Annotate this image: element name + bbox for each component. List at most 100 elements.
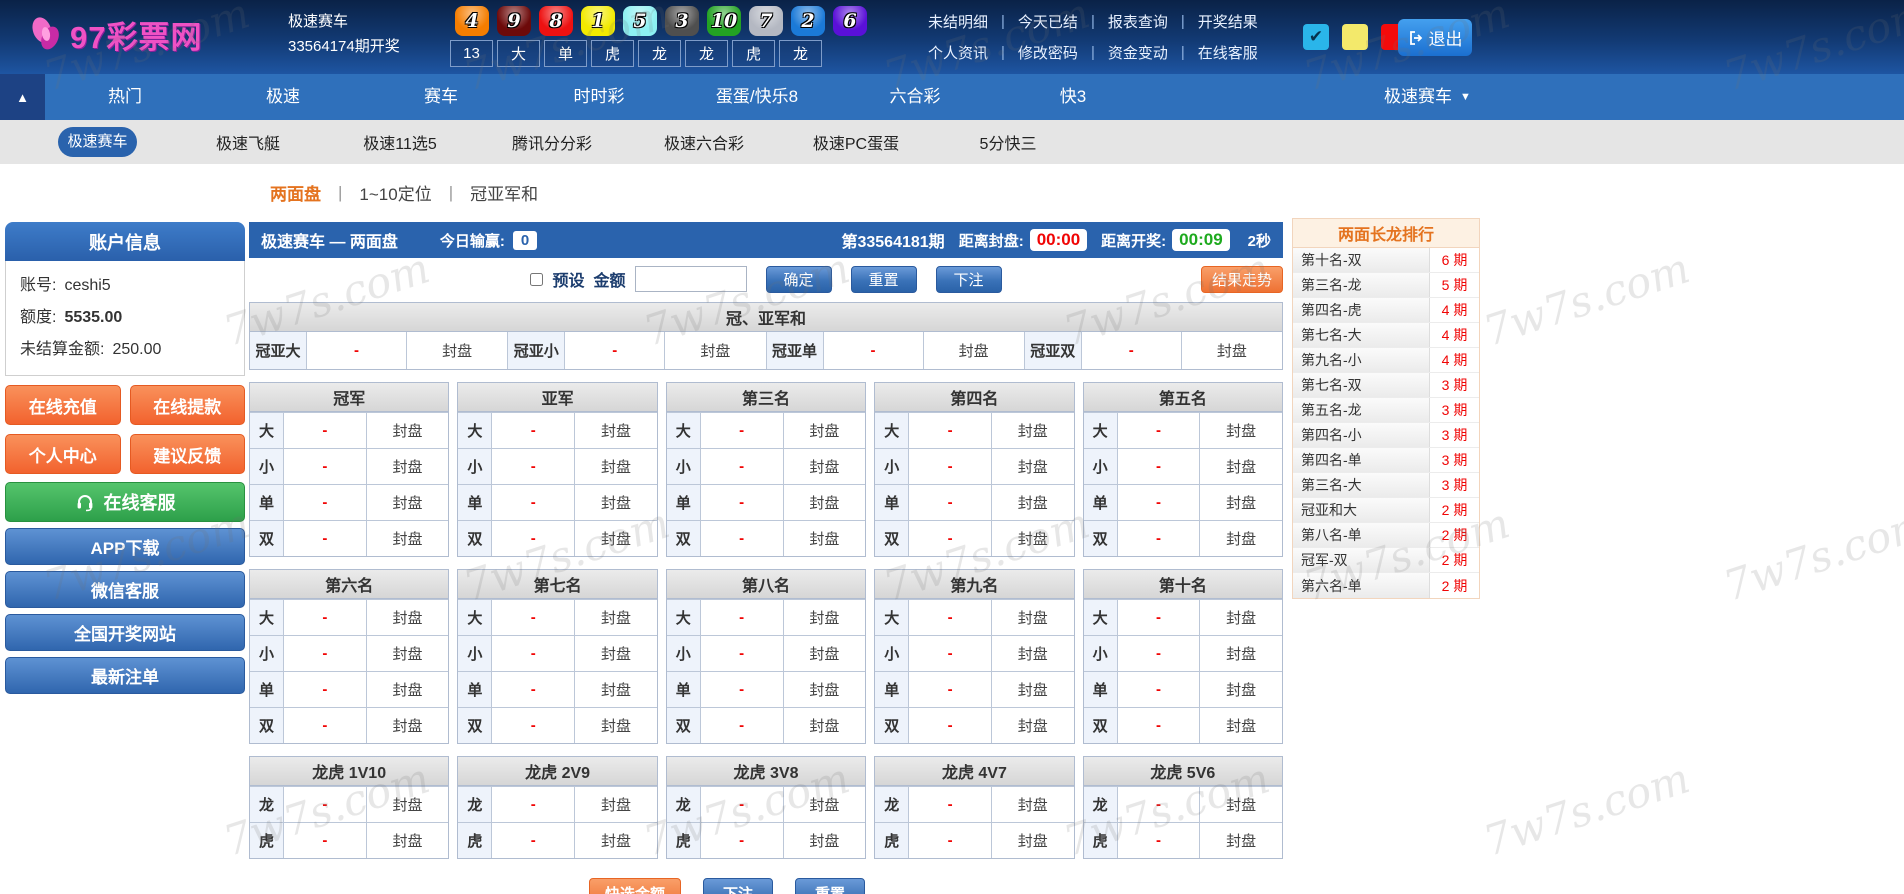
sum-bet-odds[interactable]: - [824, 332, 924, 369]
bet-odds[interactable]: - [1118, 600, 1201, 635]
streak-ranking-row[interactable]: 第十名-双 6 期 [1293, 248, 1479, 273]
theme-swatch-yellow[interactable] [1342, 24, 1368, 50]
bet-odds[interactable]: - [909, 600, 992, 635]
header-link[interactable]: 在线客服 [1198, 42, 1258, 63]
theme-swatch-blue[interactable]: ✔ [1303, 24, 1329, 50]
bet-odds[interactable]: - [284, 413, 367, 448]
sum-bet-odds[interactable]: - [565, 332, 666, 369]
bet-odds[interactable]: - [909, 672, 992, 707]
subnav-item[interactable]: 极速11选5 [324, 130, 476, 154]
header-link[interactable]: 修改密码 [1018, 42, 1078, 63]
bet-odds[interactable]: - [1118, 672, 1201, 707]
streak-ranking-row[interactable]: 第六名-单 2 期 [1293, 573, 1479, 598]
streak-ranking-row[interactable]: 第五名-龙 3 期 [1293, 398, 1479, 423]
bet-odds[interactable]: - [701, 413, 784, 448]
bet-odds[interactable]: - [492, 787, 576, 822]
bet-odds[interactable]: - [492, 449, 576, 484]
nav-item[interactable]: 六合彩 [836, 74, 994, 120]
bet-odds[interactable]: - [492, 823, 576, 858]
bet-odds[interactable]: - [909, 823, 992, 858]
nav-item[interactable]: 快3 [994, 74, 1152, 120]
sidebar-button[interactable]: 微信客服 [5, 571, 245, 608]
bet-odds[interactable]: - [284, 708, 367, 743]
subnav-item[interactable]: 腾讯分分彩 [476, 130, 628, 154]
header-link[interactable]: 今天已结 [1018, 11, 1078, 32]
bet-odds[interactable]: - [1118, 485, 1201, 520]
header-link[interactable]: 报表查询 [1108, 11, 1168, 32]
reset-button[interactable]: 重置 [850, 265, 917, 293]
streak-ranking-row[interactable]: 第八名-单 2 期 [1293, 523, 1479, 548]
bet-odds[interactable]: - [492, 521, 576, 556]
bet-odds[interactable]: - [284, 600, 367, 635]
subnav-item[interactable]: 极速六合彩 [628, 130, 780, 154]
nav-item[interactable]: 热门 [46, 74, 204, 120]
bet-odds[interactable]: - [909, 708, 992, 743]
subnav-item[interactable]: 5分快三 [932, 130, 1084, 154]
bet-odds[interactable]: - [701, 521, 784, 556]
bet-odds[interactable]: - [284, 485, 367, 520]
streak-ranking-row[interactable]: 第四名-虎 4 期 [1293, 298, 1479, 323]
bet-odds[interactable]: - [492, 600, 576, 635]
trend-button[interactable]: 结果走势 [1201, 266, 1283, 293]
streak-ranking-row[interactable]: 第三名-大 3 期 [1293, 473, 1479, 498]
preset-checkbox[interactable] [530, 272, 544, 286]
bet-odds[interactable]: - [492, 672, 576, 707]
bet-odds[interactable]: - [701, 672, 784, 707]
bet-odds[interactable]: - [909, 521, 992, 556]
bet-odds[interactable]: - [284, 449, 367, 484]
subnav-item[interactable]: 极速PC蛋蛋 [780, 130, 932, 154]
bet-odds[interactable]: - [1118, 787, 1201, 822]
bet-odds[interactable]: - [701, 823, 784, 858]
bet-odds[interactable]: - [492, 485, 576, 520]
bet-odds[interactable]: - [284, 521, 367, 556]
bet-odds[interactable]: - [1118, 413, 1201, 448]
nav-item[interactable]: 赛车 [362, 74, 520, 120]
collapse-toggle-button[interactable]: ▲ [0, 74, 45, 120]
streak-ranking-row[interactable]: 冠军-双 2 期 [1293, 548, 1479, 573]
nav-item[interactable]: 极速 [204, 74, 362, 120]
bet-odds[interactable]: - [701, 449, 784, 484]
nav-item[interactable]: 蛋蛋/快乐8 [678, 74, 836, 120]
bet-odds[interactable]: - [909, 485, 992, 520]
sum-bet-odds[interactable]: - [1082, 332, 1182, 369]
sidebar-button[interactable]: 在线提款 [129, 385, 245, 425]
bet-odds[interactable]: - [284, 787, 367, 822]
bet-button[interactable]: 下注 [935, 265, 1002, 293]
header-link[interactable]: 未结明细 [928, 11, 988, 32]
bet-odds[interactable]: - [1118, 823, 1201, 858]
header-link[interactable]: 个人资讯 [928, 42, 988, 63]
footer-reset-button[interactable]: 重置 [795, 878, 865, 894]
header-link[interactable]: 开奖结果 [1198, 11, 1258, 32]
logout-button[interactable]: 退出 [1398, 19, 1472, 56]
bet-odds[interactable]: - [492, 708, 576, 743]
footer-bet-button[interactable]: 下注 [703, 878, 773, 894]
header-link[interactable]: 资金变动 [1108, 42, 1168, 63]
sidebar-button[interactable]: 个人中心 [5, 434, 121, 474]
subnav-item[interactable]: 极速赛车 [58, 127, 137, 157]
bet-odds[interactable]: - [701, 708, 784, 743]
streak-ranking-row[interactable]: 第四名-单 3 期 [1293, 448, 1479, 473]
bet-odds[interactable]: - [1118, 636, 1201, 671]
quick-amount-button[interactable]: 快选金额 [588, 878, 681, 894]
bet-odds[interactable]: - [909, 449, 992, 484]
bet-odds[interactable]: - [284, 672, 367, 707]
online-service-button[interactable]: 在线客服 [5, 482, 245, 522]
bet-odds[interactable]: - [909, 787, 992, 822]
bet-odds[interactable]: - [701, 787, 784, 822]
amount-input[interactable] [634, 266, 747, 292]
streak-ranking-row[interactable]: 冠亚和大 2 期 [1293, 498, 1479, 523]
tab-冠亚军和[interactable]: 冠亚军和 [470, 180, 538, 205]
bet-odds[interactable]: - [492, 636, 576, 671]
bet-odds[interactable]: - [492, 413, 576, 448]
sidebar-button[interactable]: APP下载 [5, 528, 245, 565]
sidebar-button[interactable]: 全国开奖网站 [5, 614, 245, 651]
streak-ranking-row[interactable]: 第四名-小 3 期 [1293, 423, 1479, 448]
bet-odds[interactable]: - [1118, 449, 1201, 484]
bet-odds[interactable]: - [909, 413, 992, 448]
streak-ranking-row[interactable]: 第七名-双 3 期 [1293, 373, 1479, 398]
sidebar-button[interactable]: 最新注单 [5, 657, 245, 694]
confirm-button[interactable]: 确定 [765, 265, 832, 293]
streak-ranking-row[interactable]: 第九名-小 4 期 [1293, 348, 1479, 373]
sidebar-button[interactable]: 在线充值 [5, 385, 121, 425]
bet-odds[interactable]: - [284, 636, 367, 671]
